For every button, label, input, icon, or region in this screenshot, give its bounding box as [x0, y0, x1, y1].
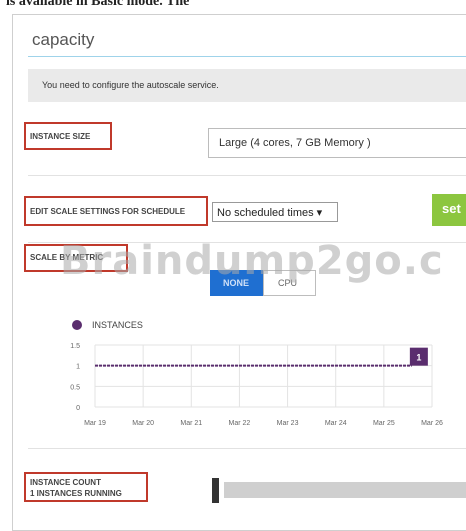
x-tick-label: Mar 24	[325, 420, 347, 427]
x-tick-label: Mar 25	[373, 420, 395, 427]
y-tick-label: 1.5	[70, 343, 80, 350]
divider	[28, 448, 466, 449]
instance-count-label: INSTANCE COUNT	[30, 478, 101, 487]
x-tick-label: Mar 22	[229, 420, 251, 427]
instance-count-slider-track[interactable]	[224, 482, 466, 498]
value-badge-label: 1	[416, 353, 421, 363]
y-tick-label: 1	[76, 364, 80, 371]
x-tick-label: Mar 21	[180, 420, 202, 427]
x-tick-label: Mar 23	[277, 420, 299, 427]
instances-running-label: 1 INSTANCES RUNNING	[30, 489, 122, 498]
y-tick-label: 0	[76, 405, 80, 412]
x-tick-label: Mar 26	[421, 420, 443, 427]
instance-count-slider-handle[interactable]	[212, 478, 219, 503]
x-tick-label: Mar 19	[84, 420, 106, 427]
instances-chart: 1.5 1 0.5 0 Mar 19 Mar 20 Mar 21 Mar 22 Mar 23 Ma…	[70, 343, 443, 427]
y-tick-label: 0.5	[70, 384, 80, 391]
x-tick-label: Mar 20	[132, 420, 154, 427]
